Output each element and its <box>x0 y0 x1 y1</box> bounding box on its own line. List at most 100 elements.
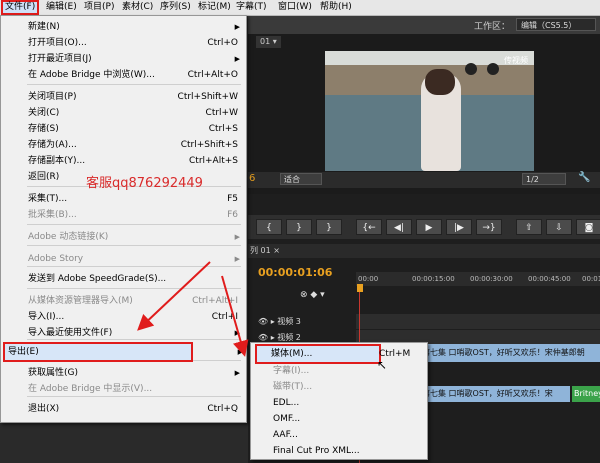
menu-item-shortcut: Ctrl+Shift+W <box>177 92 238 102</box>
file-menu-item[interactable]: 采集(T)... F5 <box>3 191 244 207</box>
menu-file[interactable]: 文件(F) <box>1 0 40 15</box>
menu-item-label: 从媒体资源管理器导入(M) <box>28 296 133 306</box>
menu-item-shortcut: F6 <box>227 210 238 220</box>
file-menu-item[interactable]: 存储(S) Ctrl+S <box>3 121 244 137</box>
mark-out-button[interactable]: } <box>286 219 312 235</box>
go-to-in-button[interactable]: {← <box>356 219 382 235</box>
video-tire <box>465 63 477 75</box>
menu-sequence[interactable]: 序列(S) <box>158 1 193 14</box>
video-clip[interactable]: 第七集 口哨歌OST，好听又欢乐！宋 <box>420 386 570 402</box>
menu-item-shortcut: Ctrl+W <box>205 108 238 118</box>
play-button[interactable]: ▶ <box>416 219 442 235</box>
ruler-tick-label: 00:00:30:00 <box>470 275 513 283</box>
sequence-tab-bar <box>248 244 600 258</box>
playhead-handle[interactable] <box>357 284 363 292</box>
step-forward-button[interactable]: |▶ <box>446 219 472 235</box>
file-menu-item[interactable]: 从媒体资源管理器导入(M) Ctrl+Alt+I <box>3 293 244 309</box>
menu-edit[interactable]: 编辑(E) <box>44 1 79 14</box>
menu-separator <box>27 360 241 361</box>
menu-item-label: 在 Adobe Bridge 中显示(V)... <box>28 384 153 394</box>
file-menu-item[interactable]: Adobe 动态链接(K) ▶ <box>3 229 244 245</box>
track-label: 视频 2 <box>277 333 301 342</box>
menu-item-label: 采集(T)... <box>28 194 68 204</box>
track-area-v3 <box>356 314 600 329</box>
lift-button[interactable]: ⇧ <box>516 219 542 235</box>
export-menu-item[interactable]: OMF... <box>253 411 425 427</box>
menu-item-label: EDL... <box>273 398 300 408</box>
export-menu-item[interactable]: EDL... <box>253 395 425 411</box>
menu-item-label: 批采集(B)... <box>28 210 77 220</box>
menu-item-label: 返回(R) <box>28 172 60 182</box>
menu-marker[interactable]: 标记(M) <box>196 1 233 14</box>
submenu-arrow-icon: ▶ <box>234 329 240 337</box>
export-menu-item[interactable]: 字幕(I)... <box>253 363 425 379</box>
workspace-label: 工作区： <box>473 22 510 32</box>
eye-icon[interactable]: 👁 <box>258 333 268 342</box>
submenu-arrow-icon: ▶ <box>237 348 243 356</box>
menu-item-shortcut: Ctrl+O <box>207 38 238 48</box>
submenu-arrow-icon: ▶ <box>234 233 240 241</box>
menu-item-label: 存储(S) <box>28 124 59 134</box>
file-menu-item[interactable]: 新建(N) ▶ <box>3 19 244 35</box>
file-menu-item[interactable]: Adobe Story ▶ <box>3 251 244 267</box>
file-menu-item[interactable]: 关闭项目(P) Ctrl+Shift+W <box>3 89 244 105</box>
extract-button[interactable]: ⇩ <box>546 219 572 235</box>
menu-clip[interactable]: 素材(C) <box>120 1 155 14</box>
resolution-select[interactable]: 1/2 <box>522 173 566 185</box>
file-menu-item[interactable]: 在 Adobe Bridge 中显示(V)... <box>3 381 244 397</box>
step-back-button[interactable]: ◀| <box>386 219 412 235</box>
ruler-tick-label: 00:01:00:00 <box>582 275 600 283</box>
menu-window[interactable]: 窗口(W) <box>276 1 314 14</box>
export-menu-item[interactable]: 媒体(M)... Ctrl+M <box>255 344 410 364</box>
file-menu-item[interactable]: 获取属性(G) ▶ <box>3 365 244 381</box>
video-clip[interactable]: 第七集 口哨歌OST，好听又欢乐！宋仲基郎朝 <box>420 344 600 362</box>
file-menu-item[interactable]: 打开项目(O)... Ctrl+O <box>3 35 244 51</box>
menu-item-label: 在 Adobe Bridge 中浏览(W)... <box>28 70 155 80</box>
export-menu-item[interactable]: 磁带(T)... <box>253 379 425 395</box>
menu-separator <box>27 84 241 85</box>
export-menu-item[interactable]: Final Cut Pro XML... <box>253 443 425 459</box>
menu-project[interactable]: 项目(P) <box>82 1 116 14</box>
file-menu-item[interactable]: 批采集(B)... F6 <box>3 207 244 223</box>
sequence-tab[interactable]: 列 01 × <box>250 245 280 256</box>
menu-title[interactable]: 字幕(T) <box>234 1 269 14</box>
file-menu-item[interactable]: 存储副本(Y)... Ctrl+Alt+S <box>3 153 244 169</box>
file-menu-item[interactable]: 存储为(A)... Ctrl+Shift+S <box>3 137 244 153</box>
submenu-arrow-icon: ▶ <box>234 255 240 263</box>
go-to-out-button[interactable]: } <box>316 219 342 235</box>
file-menu-item[interactable]: 发送到 Adobe SpeedGrade(S)... <box>3 271 244 287</box>
go-to-end-button[interactable]: →} <box>476 219 502 235</box>
file-menu-item[interactable]: 关闭(C) Ctrl+W <box>3 105 244 121</box>
export-submenu: 媒体(M)... Ctrl+M 字幕(I)... 磁带(T)... EDL... OMF.… <box>250 342 428 460</box>
menu-item-label: 存储副本(Y)... <box>28 156 86 166</box>
menu-item-label: 退出(X) <box>28 404 60 414</box>
menu-separator <box>27 245 241 246</box>
menu-item-label: Adobe 动态链接(K) <box>28 232 109 242</box>
file-menu-item[interactable]: 导出(E) ▶ <box>3 342 243 362</box>
file-menu-item[interactable]: 导入最近使用文件(F) ▶ <box>3 325 244 341</box>
menu-help[interactable]: 帮助(H) <box>318 1 354 14</box>
monitor-tab[interactable]: 01 ▾ <box>256 36 281 48</box>
menu-item-label: 获取属性(G) <box>28 368 78 378</box>
menu-separator <box>27 288 241 289</box>
track-header-v3[interactable]: 👁 ▸ 视频 3 <box>258 314 354 329</box>
audio-clip[interactable]: Britney <box>572 386 600 402</box>
file-menu-item[interactable]: 导入(I)... Ctrl+I <box>3 309 244 325</box>
eye-icon[interactable]: 👁 <box>258 317 268 326</box>
timeline-tools[interactable]: ⊗ ◆ ▾ <box>300 290 325 300</box>
file-menu-item[interactable]: 在 Adobe Bridge 中浏览(W)... Ctrl+Alt+O <box>3 67 244 83</box>
fit-select[interactable]: 适合 <box>280 173 322 185</box>
export-menu-item[interactable]: AAF... <box>253 427 425 443</box>
file-menu-item[interactable]: 打开最近项目(J) ▶ <box>3 51 244 67</box>
video-preview: 传视频 <box>325 51 534 171</box>
menu-item-shortcut: Ctrl+Q <box>207 404 238 414</box>
mark-in-button[interactable]: { <box>256 219 282 235</box>
export-frame-button[interactable]: ◙ <box>576 219 600 235</box>
file-menu-item[interactable]: 退出(X) Ctrl+Q <box>3 401 244 417</box>
wrench-icon[interactable]: 🔧 <box>578 172 590 183</box>
workspace-select[interactable]: 编辑（CS5.5） <box>516 18 596 31</box>
menu-item-label: AAF... <box>273 430 298 440</box>
time-ruler[interactable]: 00:00 00:00:15:00 00:00:30:00 00:00:45:0… <box>356 272 600 286</box>
timeline-timecode[interactable]: 00:00:01:06 <box>258 266 332 279</box>
menu-item-label: 打开项目(O)... <box>28 38 87 48</box>
